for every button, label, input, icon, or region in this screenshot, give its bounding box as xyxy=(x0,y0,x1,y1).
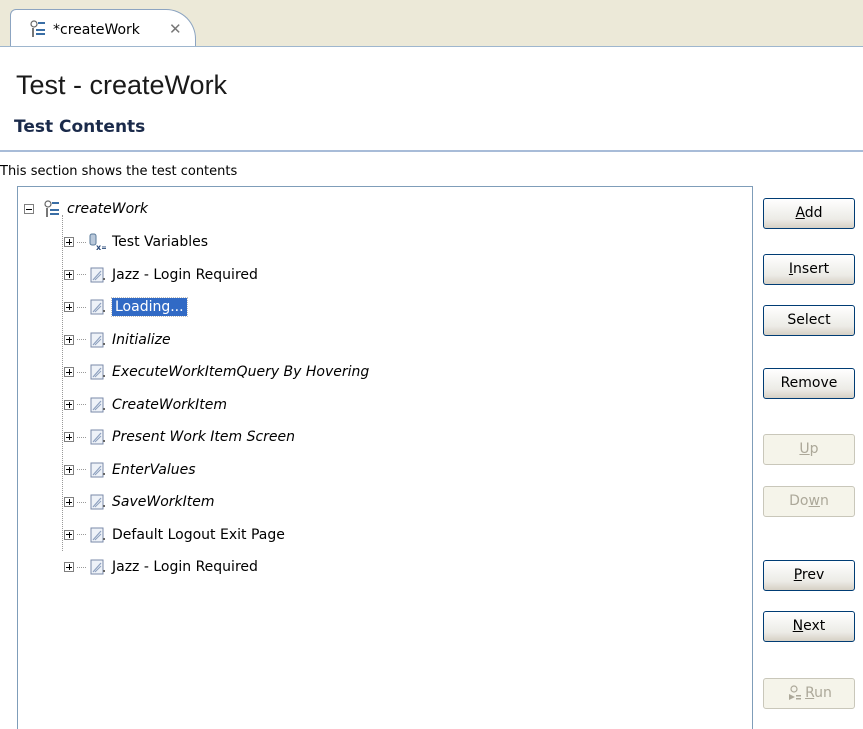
page-icon xyxy=(90,364,105,380)
page-icon xyxy=(90,429,105,445)
editor-tab-strip: *createWork ✕ xyxy=(0,0,863,47)
next-button[interactable]: Next xyxy=(763,611,855,642)
test-suite-icon xyxy=(44,200,59,217)
tree-item[interactable]: Jazz - Login Required xyxy=(64,263,258,287)
tab-creatework[interactable]: *createWork ✕ xyxy=(10,9,196,46)
tree-item-label: ExecuteWorkItemQuery By Hovering xyxy=(112,364,370,380)
page-icon xyxy=(90,299,105,315)
prev-button[interactable]: Prev xyxy=(763,560,855,591)
add-button[interactable]: Add xyxy=(763,198,855,229)
tree-item[interactable]: Initialize xyxy=(64,328,171,352)
svg-text:x=: x= xyxy=(96,243,106,251)
expand-icon[interactable] xyxy=(64,529,74,540)
test-suite-icon xyxy=(30,20,45,37)
tree-item[interactable]: CreateWorkItem xyxy=(64,393,227,417)
tree-connector xyxy=(77,469,86,470)
tree-item[interactable]: Default Logout Exit Page xyxy=(64,523,285,547)
tree-connector xyxy=(77,404,86,405)
insert-button[interactable]: Insert xyxy=(763,254,855,285)
tree-root[interactable]: createWork xyxy=(24,197,148,221)
expand-icon[interactable] xyxy=(64,367,74,377)
page-icon xyxy=(90,527,105,542)
tree-connector xyxy=(77,339,86,340)
expand-icon[interactable] xyxy=(64,237,74,247)
tree-connector xyxy=(77,371,86,373)
tree-connector xyxy=(77,534,86,535)
expand-icon[interactable] xyxy=(64,562,74,572)
tree-item-label: SaveWorkItem xyxy=(112,494,215,510)
tree-connector xyxy=(77,241,86,243)
collapse-icon[interactable] xyxy=(24,204,34,214)
tree-item-label: Jazz - Login Required xyxy=(112,559,258,575)
expand-icon[interactable] xyxy=(64,497,74,507)
tree-connector xyxy=(77,501,86,503)
page-icon xyxy=(90,462,105,477)
remove-button[interactable]: Remove xyxy=(763,368,855,399)
close-icon[interactable]: ✕ xyxy=(169,20,182,38)
tree-item[interactable]: x= Test Variables xyxy=(64,230,208,254)
tree-item-label: Present Work Item Screen xyxy=(112,429,296,445)
run-button[interactable]: Run xyxy=(763,678,855,709)
test-contents-tree[interactable]: createWork x= Test Variables Jazz - Login … xyxy=(17,186,753,729)
tree-item[interactable]: Present Work Item Screen xyxy=(64,425,295,449)
tree-item[interactable]: SaveWorkItem xyxy=(64,490,215,514)
tree-item-label: CreateWorkItem xyxy=(112,396,227,413)
tree-item[interactable]: Jazz - Login Required xyxy=(64,555,258,579)
page-icon xyxy=(90,332,105,347)
section-title[interactable]: Test Contents xyxy=(14,117,145,137)
down-button[interactable]: Down xyxy=(763,486,855,517)
tree-item-label: Test Variables xyxy=(112,234,208,250)
tree-item[interactable]: Loading... xyxy=(64,295,188,319)
tree-connector xyxy=(77,306,86,308)
run-icon xyxy=(789,685,802,700)
tree-root-label: createWork xyxy=(67,201,149,217)
tab-label: *createWork xyxy=(53,22,140,38)
tree-connector xyxy=(77,436,86,438)
tree-connector xyxy=(77,274,86,275)
section-description: This section shows the test contents xyxy=(0,164,238,179)
expand-icon[interactable] xyxy=(64,269,74,280)
tree-item-label: EnterValues xyxy=(112,461,196,478)
tree-item-label: Default Logout Exit Page xyxy=(112,526,285,543)
select-button[interactable]: Select xyxy=(763,305,855,336)
tree-item[interactable]: EnterValues xyxy=(64,458,196,482)
expand-icon[interactable] xyxy=(64,302,74,312)
tree-item-label: Initialize xyxy=(112,331,171,348)
page-icon xyxy=(90,397,105,412)
expand-icon[interactable] xyxy=(64,334,74,345)
expand-icon[interactable] xyxy=(64,399,74,410)
page-icon xyxy=(90,494,105,510)
tree-connector xyxy=(77,566,86,568)
tree-guide-line xyxy=(62,215,63,551)
section-divider xyxy=(0,150,863,152)
tree-item-label: Jazz - Login Required xyxy=(112,266,258,283)
page-title: Test - createWork xyxy=(16,70,228,100)
tree-item-label: Loading... xyxy=(111,297,188,317)
test-variables-icon: x= xyxy=(89,233,106,251)
page-icon xyxy=(90,559,105,575)
page-icon xyxy=(90,267,105,282)
up-button[interactable]: Up xyxy=(763,434,855,465)
expand-icon[interactable] xyxy=(64,432,74,442)
tree-item[interactable]: ExecuteWorkItemQuery By Hovering xyxy=(64,360,369,384)
expand-icon[interactable] xyxy=(64,464,74,475)
